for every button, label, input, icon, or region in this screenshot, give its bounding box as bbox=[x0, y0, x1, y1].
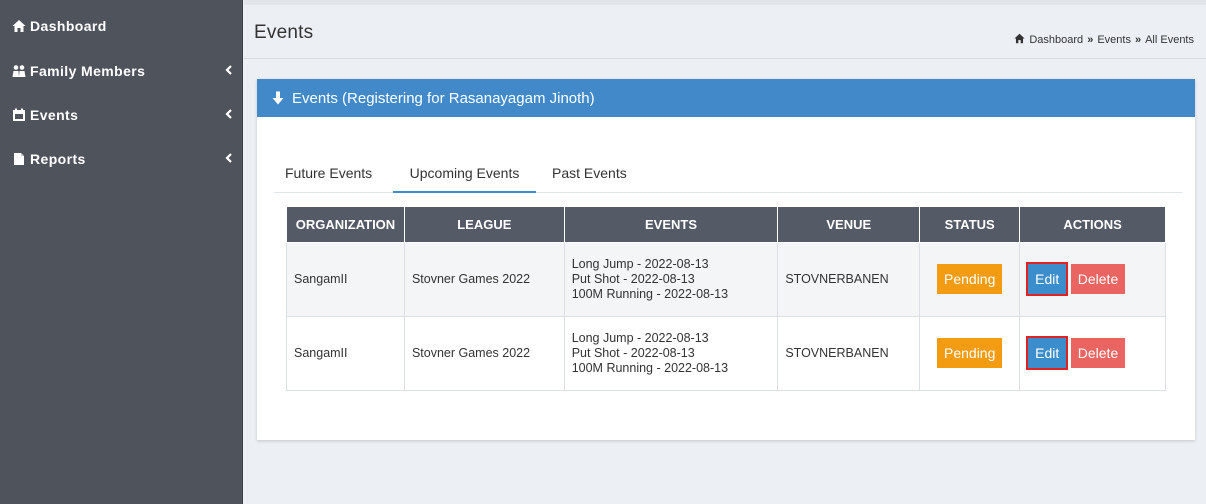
breadcrumb-current: All Events bbox=[1145, 34, 1194, 46]
cell-status: Pending bbox=[919, 241, 1021, 317]
table-header-row: ORGANIZATION LEAGUE EVENTS VENUE STATUS … bbox=[286, 207, 1166, 243]
breadcrumb: Dashboard » Events » All Events bbox=[1014, 33, 1194, 47]
column-header-status[interactable]: STATUS bbox=[919, 207, 1021, 243]
breadcrumb-link-dashboard[interactable]: Dashboard bbox=[1029, 34, 1083, 46]
main-content: Events Dashboard » Events » All Events E… bbox=[244, 0, 1206, 504]
event-line: Put Shot - 2022-08-13 bbox=[571, 271, 695, 286]
column-header-actions[interactable]: ACTIONS bbox=[1019, 207, 1166, 243]
sidebar-item-label: Dashboard bbox=[30, 18, 107, 34]
column-header-venue[interactable]: VENUE bbox=[777, 207, 921, 243]
chevron-left-icon bbox=[224, 151, 234, 165]
status-badge[interactable]: Pending bbox=[937, 264, 1003, 294]
sidebar-item-label: Reports bbox=[30, 151, 86, 167]
file-icon bbox=[12, 152, 26, 166]
home-icon bbox=[1014, 33, 1025, 47]
breadcrumb-separator: » bbox=[1087, 34, 1094, 46]
tab-future-events[interactable]: Future Events bbox=[285, 161, 383, 193]
cell-events: Long Jump - 2022-08-13 Put Shot - 2022-0… bbox=[563, 315, 779, 391]
delete-button[interactable]: Delete bbox=[1070, 264, 1126, 294]
cell-events: Long Jump - 2022-08-13 Put Shot - 2022-0… bbox=[563, 241, 779, 317]
tab-past-events[interactable]: Past Events bbox=[552, 161, 642, 193]
cell-league: Stovner Games 2022 bbox=[403, 315, 565, 391]
breadcrumb-separator: » bbox=[1134, 34, 1142, 46]
event-line: Long Jump - 2022-08-13 bbox=[571, 256, 709, 271]
tab-bar: Future Events Upcoming Events Past Event… bbox=[274, 161, 1182, 193]
cell-venue: STOVNERBANEN bbox=[777, 315, 921, 391]
box-header: Events (Registering for Rasanayagam Jino… bbox=[257, 79, 1195, 117]
sidebar-item-dashboard[interactable]: Dashboard bbox=[0, 5, 243, 47]
event-line: Put Shot - 2022-08-13 bbox=[571, 345, 695, 360]
cell-actions: Edit Delete bbox=[1019, 315, 1166, 391]
events-table: ORGANIZATION LEAGUE EVENTS VENUE STATUS … bbox=[286, 207, 1166, 391]
sidebar-item-family-members[interactable]: Family Members bbox=[0, 50, 243, 92]
sidebar-item-label: Family Members bbox=[30, 63, 146, 79]
users-icon bbox=[12, 64, 26, 78]
chevron-left-icon bbox=[224, 107, 234, 121]
cell-organization: SangamII bbox=[286, 315, 405, 391]
hand-down-icon bbox=[271, 91, 285, 105]
events-box: Events (Registering for Rasanayagam Jino… bbox=[257, 79, 1195, 440]
table-row: SangamII Stovner Games 2022 Long Jump - … bbox=[286, 241, 1166, 317]
event-line: 100M Running - 2022-08-13 bbox=[571, 360, 729, 375]
cell-organization: SangamII bbox=[286, 241, 405, 317]
cell-status: Pending bbox=[919, 315, 1021, 391]
table-row: SangamII Stovner Games 2022 Long Jump - … bbox=[286, 315, 1166, 391]
event-line: Long Jump - 2022-08-13 bbox=[571, 330, 709, 345]
status-badge[interactable]: Pending bbox=[937, 338, 1003, 368]
delete-button[interactable]: Delete bbox=[1070, 338, 1126, 368]
home-icon bbox=[12, 19, 26, 33]
cell-venue: STOVNERBANEN bbox=[777, 241, 921, 317]
cell-league: Stovner Games 2022 bbox=[403, 241, 565, 317]
page-title: Events bbox=[254, 22, 314, 43]
sidebar-item-events[interactable]: Events bbox=[0, 94, 243, 136]
sidebar-item-label: Events bbox=[30, 107, 79, 123]
column-header-league[interactable]: LEAGUE bbox=[403, 207, 565, 243]
edit-button[interactable]: Edit bbox=[1026, 336, 1069, 370]
box-title: Events (Registering for Rasanayagam Jino… bbox=[292, 89, 595, 107]
cell-actions: Edit Delete bbox=[1019, 241, 1166, 317]
event-line: 100M Running - 2022-08-13 bbox=[571, 286, 729, 301]
sidebar-item-reports[interactable]: Reports bbox=[0, 138, 243, 180]
column-header-events[interactable]: EVENTS bbox=[563, 207, 779, 243]
chevron-left-icon bbox=[224, 63, 234, 77]
edit-button[interactable]: Edit bbox=[1026, 262, 1069, 296]
top-bar bbox=[244, 0, 1206, 5]
breadcrumb-link-events[interactable]: Events bbox=[1097, 34, 1131, 46]
calendar-icon bbox=[12, 108, 26, 122]
sidebar: Dashboard Family Members Events Reports bbox=[0, 0, 243, 504]
column-header-organization[interactable]: ORGANIZATION bbox=[286, 207, 405, 243]
divider bbox=[244, 58, 1206, 59]
tab-upcoming-events[interactable]: Upcoming Events bbox=[393, 161, 536, 193]
